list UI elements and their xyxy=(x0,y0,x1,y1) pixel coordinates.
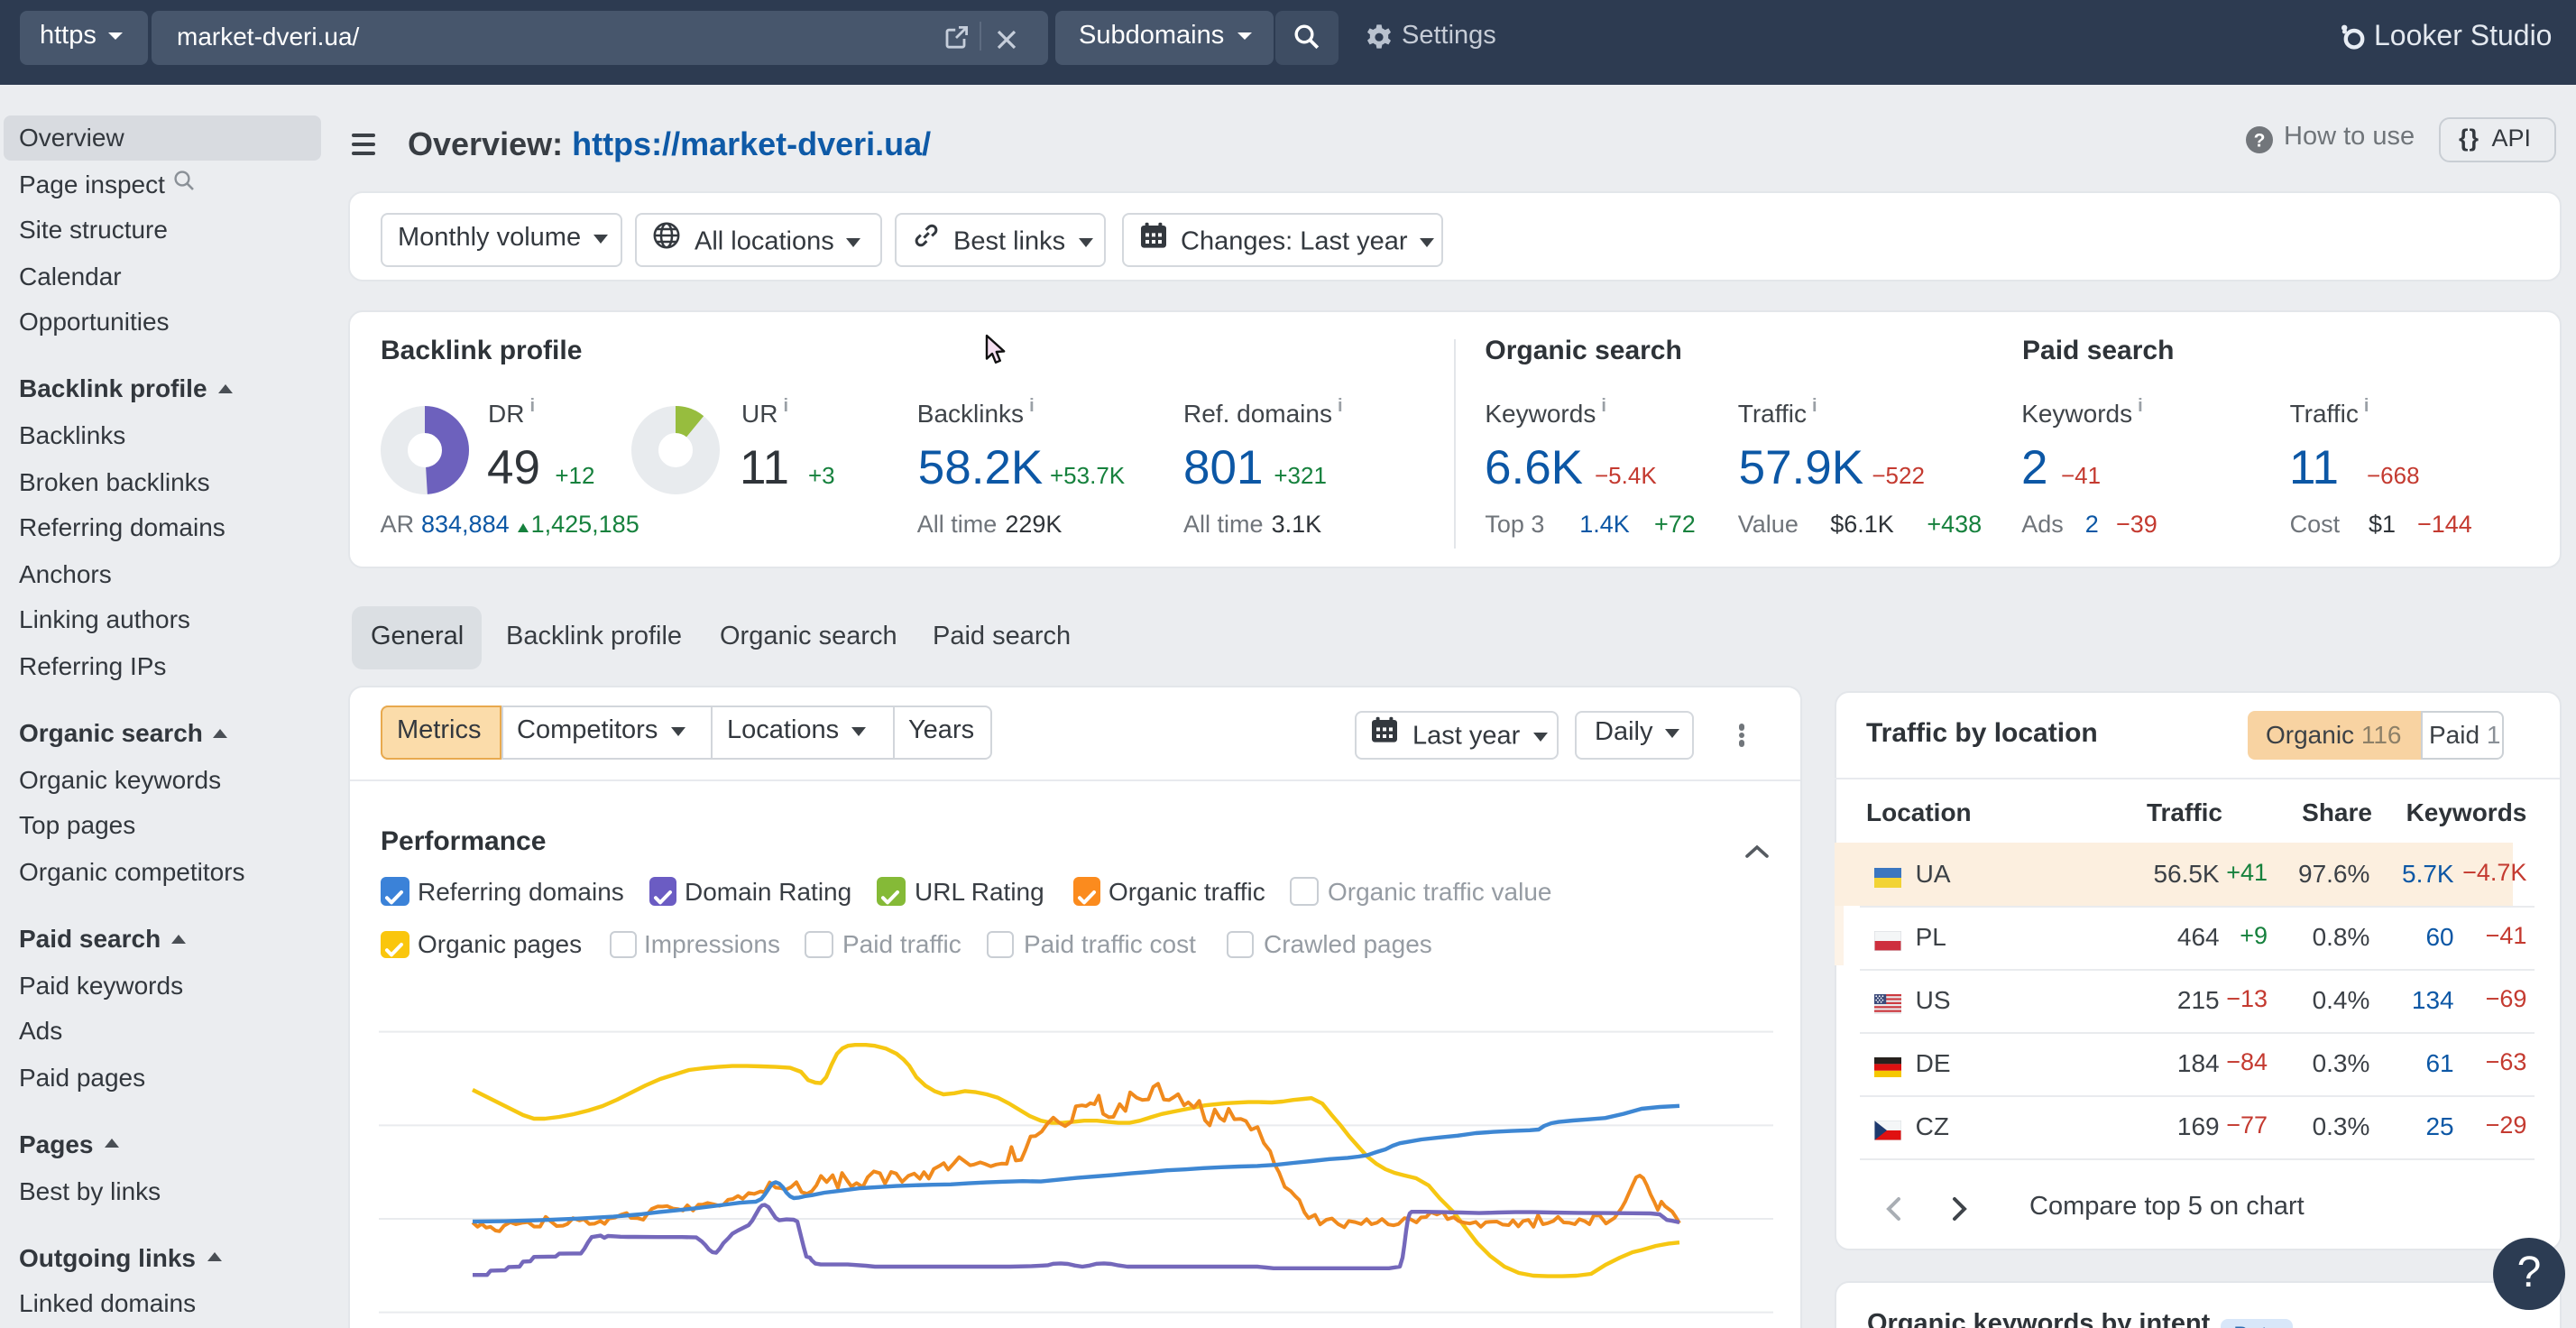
svg-text:?: ? xyxy=(2254,129,2266,150)
